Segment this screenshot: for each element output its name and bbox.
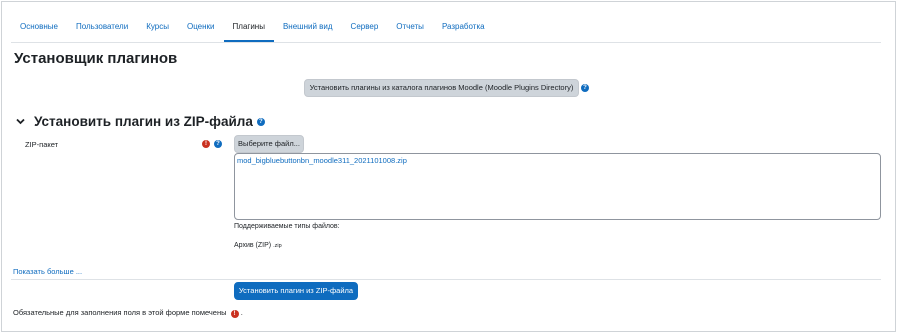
archive-type-name: Архив (ZIP) bbox=[234, 242, 272, 249]
exclamation-circle-icon: ! bbox=[202, 140, 210, 148]
section-header[interactable]: Установить плагин из ZIP-файла ? bbox=[16, 114, 265, 129]
install-zip-button[interactable]: Установить плагин из ZIP-файла bbox=[234, 282, 358, 300]
tab-development[interactable]: Разработка bbox=[433, 11, 494, 42]
tab-general[interactable]: Основные bbox=[11, 11, 67, 42]
question-circle-icon[interactable]: ? bbox=[256, 117, 265, 126]
question-circle-icon[interactable]: ? bbox=[581, 84, 589, 92]
exclamation-circle-icon: ! bbox=[230, 310, 239, 318]
archive-type-ext: .zip bbox=[273, 243, 282, 249]
tab-server[interactable]: Сервер bbox=[342, 11, 388, 42]
selected-file-link[interactable]: mod_bigbluebuttonbn_moodle311_2021101008… bbox=[237, 156, 407, 165]
choose-file-button[interactable]: Выберите файл... bbox=[234, 135, 304, 153]
admin-tabs: Основные Пользователи Курсы Оценки Плаги… bbox=[11, 11, 881, 43]
show-more-link[interactable]: Показать больше ... bbox=[13, 267, 82, 276]
question-circle-icon[interactable]: ? bbox=[214, 140, 222, 148]
tab-courses[interactable]: Курсы bbox=[137, 11, 178, 42]
required-note-end: . bbox=[240, 308, 243, 317]
page-frame: Основные Пользователи Курсы Оценки Плаги… bbox=[1, 1, 896, 332]
file-drop-area[interactable]: mod_bigbluebuttonbn_moodle311_2021101008… bbox=[234, 153, 881, 220]
tab-users[interactable]: Пользователи bbox=[67, 11, 137, 42]
supported-types-label: Поддерживаемые типы файлов: bbox=[234, 223, 340, 230]
tab-grades[interactable]: Оценки bbox=[178, 11, 224, 42]
archive-type: Архив (ZIP) .zip bbox=[234, 242, 282, 249]
required-note: Обязательные для заполнения поля в этой … bbox=[13, 308, 243, 318]
tab-plugins[interactable]: Плагины bbox=[223, 11, 274, 42]
divider bbox=[11, 279, 881, 280]
page-title: Установщик плагинов bbox=[14, 50, 178, 67]
zip-package-label: ZIP-пакет bbox=[25, 140, 59, 149]
section-title: Установить плагин из ZIP-файла bbox=[34, 114, 253, 129]
tab-reports[interactable]: Отчеты bbox=[387, 11, 433, 42]
install-from-directory-button[interactable]: Установить плагины из каталога плагинов … bbox=[304, 79, 579, 97]
required-note-text: Обязательные для заполнения поля в этой … bbox=[13, 308, 227, 317]
tab-appearance[interactable]: Внешний вид bbox=[274, 11, 342, 42]
chevron-down-icon[interactable] bbox=[16, 117, 26, 127]
